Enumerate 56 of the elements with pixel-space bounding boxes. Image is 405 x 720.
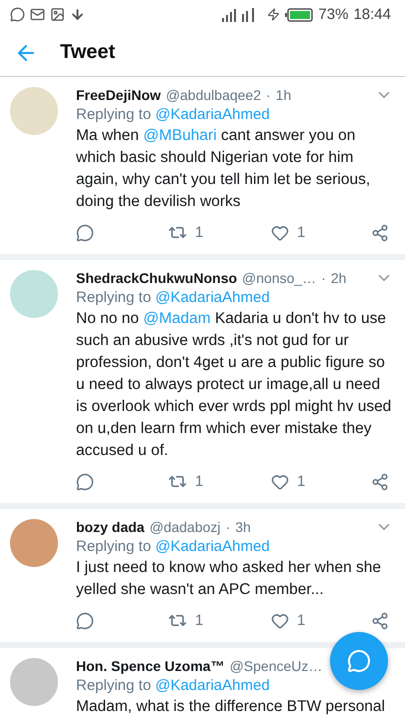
battery-percent: 73% [318, 6, 348, 24]
mention-link[interactable]: @KadariaAhmed [155, 106, 270, 123]
clock-time: 18:44 [353, 6, 391, 24]
user-handle: @abdulbaqee2 [166, 86, 261, 105]
share-icon [371, 472, 389, 490]
charging-icon [267, 8, 280, 22]
separator-dot: · [226, 518, 230, 537]
tweet-text: Madam, what is the difference BTW personal [76, 697, 386, 717]
replying-label: Replying to [76, 538, 152, 555]
replying-label: Replying to [76, 289, 152, 306]
heart-icon [271, 472, 289, 490]
chat-bubble-icon [10, 7, 25, 22]
speech-bubble-icon [347, 649, 371, 673]
retweet-button[interactable]: 1 [168, 611, 271, 630]
mention-link[interactable]: @KadariaAhmed [155, 538, 270, 555]
user-name: ShedrackChukwuNonso [76, 269, 238, 288]
mail-icon [30, 7, 45, 22]
mention-link[interactable]: @MBuhari [143, 127, 217, 144]
retweet-button[interactable]: 1 [168, 223, 271, 242]
tweet-text: No no no @Madam Kadaria u don't hv to use such an abusive wrds ,it's not gud for ur profession, don't 4get u are a public figure so u need to always protect ur image,all u need is overlook which ever wrds ppl might hv used on u,den learn frm which ever mistake they accused u of. [76, 309, 392, 461]
battery-icon [285, 8, 314, 22]
speech-bubble-icon [76, 612, 94, 630]
share-icon [371, 612, 389, 630]
image-icon [50, 7, 65, 22]
tweet-text: I just need to know who asked her when she yelled she wasn't an APC member... [76, 558, 382, 600]
tweet-time: 3h [235, 518, 251, 537]
heart-icon [271, 224, 289, 242]
speech-bubble-icon [76, 472, 94, 490]
like-button[interactable]: 1 [271, 612, 371, 630]
like-button[interactable]: 1 [271, 224, 371, 242]
mention-link[interactable]: @KadariaAhmed [155, 677, 270, 694]
user-name: bozy dada [76, 518, 144, 537]
user-name: Hon. Spence Uzoma™ [76, 657, 225, 676]
share-icon [371, 224, 389, 242]
tweet-time: 2h [330, 269, 346, 288]
page-title: Tweet [60, 41, 116, 64]
avatar[interactable] [10, 658, 58, 706]
replying-label: Replying to [76, 106, 152, 123]
user-handle: @nonso_… [242, 269, 316, 288]
tweet-time: 1h [276, 86, 292, 105]
retweet-button[interactable]: 1 [168, 472, 271, 491]
download-icon [70, 7, 85, 22]
heart-icon [271, 612, 289, 630]
compose-reply-button[interactable] [330, 632, 388, 690]
like-button[interactable]: 1 [271, 472, 371, 490]
separator-dot: · [321, 269, 326, 288]
mention-link[interactable]: @Madam [143, 310, 211, 327]
replying-label: Replying to [76, 677, 152, 694]
avatar[interactable] [10, 519, 58, 567]
user-handle: @dadabozj [149, 518, 221, 537]
speech-bubble-icon [76, 224, 94, 242]
separator-dot: · [266, 86, 271, 105]
user-handle: @SpenceUz… [230, 657, 322, 676]
mention-link[interactable]: @KadariaAhmed [155, 289, 270, 306]
tweet-text: Ma when @MBuhari cant answer you on which basic should Nigerian vote for him again, why can't you tell him let be serious, doing the devilish works [76, 126, 372, 212]
user-name: FreeDejiNow [76, 86, 161, 105]
